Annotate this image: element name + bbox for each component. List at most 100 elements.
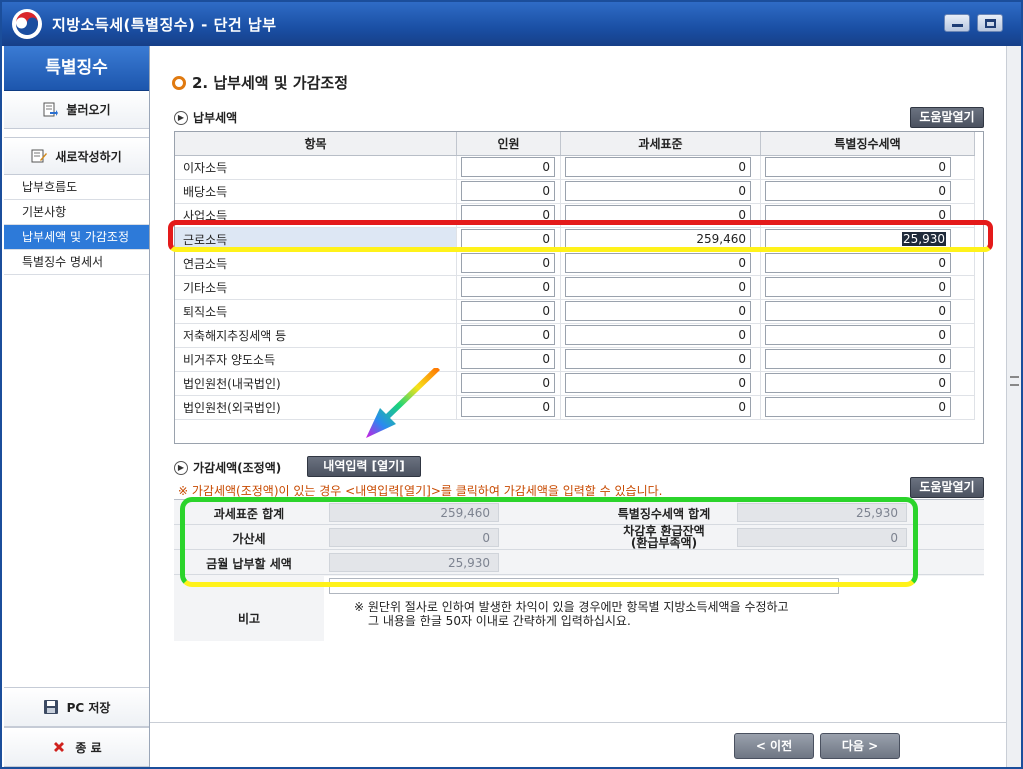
maximize-button[interactable]: [977, 14, 1003, 32]
sidebar-item-basic[interactable]: 기본사항: [4, 200, 149, 225]
base-input[interactable]: 0: [565, 301, 752, 321]
tax-cell: 0: [760, 371, 975, 396]
minimize-button[interactable]: [944, 14, 970, 32]
people-value: 0: [542, 256, 551, 270]
column-header-people: 인원: [456, 132, 562, 156]
tax-input[interactable]: 0: [765, 253, 951, 273]
row-label: 근로소득: [175, 227, 458, 252]
tax-cell: 0: [760, 155, 975, 180]
sidebar-item-flow[interactable]: 납부흐름도: [4, 175, 149, 200]
base-input[interactable]: 0: [565, 205, 752, 225]
people-input[interactable]: 0: [461, 301, 556, 321]
right-splitter[interactable]: [1006, 46, 1021, 767]
base-cell: 0: [560, 347, 761, 372]
summary-row: 금월 납부할 세액 25,930: [174, 550, 984, 575]
people-cell: 0: [456, 371, 562, 396]
adjust-section-title-text: 가감세액(조정액): [193, 461, 282, 475]
base-value: 0: [738, 400, 747, 414]
sidebar-item-statement[interactable]: 특별징수 명세서: [4, 250, 149, 275]
base-value: 259,460: [696, 232, 747, 246]
tax-value: 0: [938, 304, 946, 318]
new-document-button[interactable]: 새로작성하기: [4, 137, 149, 175]
base-value: 0: [738, 280, 747, 294]
tax-section-title: ▶ 납부세액: [174, 109, 237, 126]
maximize-icon: [985, 19, 996, 28]
tax-input[interactable]: 0: [765, 349, 951, 369]
tax-input[interactable]: 0: [765, 157, 951, 177]
step-title-text: 2. 납부세액 및 가감조정: [192, 74, 349, 92]
row-label: 저축해지추징세액 등: [175, 323, 458, 348]
people-cell: 0: [456, 155, 562, 180]
base-total-value: 259,460: [329, 503, 499, 522]
people-input[interactable]: 0: [461, 253, 556, 273]
pay-amount-value: 25,930: [329, 553, 499, 572]
tax-cell: 0: [760, 179, 975, 204]
tax-input[interactable]: 0: [765, 205, 951, 225]
people-input[interactable]: 0: [461, 229, 556, 249]
base-input[interactable]: 0: [565, 253, 752, 273]
tax-input[interactable]: 0: [765, 301, 951, 321]
adjust-help-button[interactable]: 도움말열기: [910, 477, 984, 498]
people-cell: 0: [456, 347, 562, 372]
footer: < 이전 다음 >: [150, 722, 1006, 767]
base-input[interactable]: 259,460: [565, 229, 752, 249]
people-cell: 0: [456, 275, 562, 300]
tax-value: 0: [938, 376, 946, 390]
window-title: 지방소득세(특별징수) - 단건 납부: [52, 16, 277, 34]
base-input[interactable]: 0: [565, 349, 752, 369]
people-input[interactable]: 0: [461, 205, 556, 225]
base-input[interactable]: 0: [565, 373, 752, 393]
tax-help-button[interactable]: 도움말열기: [910, 107, 984, 128]
people-input[interactable]: 0: [461, 157, 556, 177]
base-input[interactable]: 0: [565, 157, 752, 177]
tax-input[interactable]: 25,930: [765, 229, 951, 249]
pc-save-button[interactable]: PC 저장: [4, 687, 149, 727]
tax-value: 0: [938, 400, 946, 414]
people-input[interactable]: 0: [461, 325, 556, 345]
people-input[interactable]: 0: [461, 373, 556, 393]
tax-cell: 0: [760, 275, 975, 300]
table-row: 이자소득 0 0 0: [175, 155, 975, 180]
base-input[interactable]: 0: [565, 181, 752, 201]
remarks-note-line: ※ 원단위 절사로 인하여 발생한 차익이 있을 경우에만 항목별 지방소득세액…: [354, 600, 789, 614]
table-row: 배당소득 0 0 0: [175, 179, 975, 204]
row-label: 기타소득: [175, 275, 458, 300]
detail-input-button[interactable]: 내역입력 [열기]: [307, 456, 421, 477]
column-header-base: 과세표준: [560, 132, 761, 156]
refund-value: 0: [737, 528, 907, 547]
people-input[interactable]: 0: [461, 397, 556, 417]
minimize-icon: [952, 24, 963, 27]
adjust-section-title: ▶ 가감세액(조정액): [174, 459, 281, 476]
summary-row: 과세표준 합계 259,460 특별징수세액 합계 25,930: [174, 500, 984, 525]
tax-input[interactable]: 0: [765, 181, 951, 201]
tax-cell: 0: [760, 395, 975, 420]
base-value: 0: [738, 208, 747, 222]
prev-button[interactable]: < 이전: [734, 733, 814, 759]
base-input[interactable]: 0: [565, 397, 752, 417]
sidebar-header: 특별징수: [4, 46, 149, 91]
table-row: 기타소득 0 0 0: [175, 275, 975, 300]
people-input[interactable]: 0: [461, 181, 556, 201]
base-input[interactable]: 0: [565, 277, 752, 297]
next-button[interactable]: 다음 >: [820, 733, 900, 759]
base-total-label: 과세표준 합계: [213, 507, 285, 521]
base-input[interactable]: 0: [565, 325, 752, 345]
sidebar-bottom: PC 저장 종 료: [4, 687, 149, 767]
people-input[interactable]: 0: [461, 349, 556, 369]
remarks-input[interactable]: [329, 578, 839, 594]
load-button[interactable]: 불러오기: [4, 91, 149, 129]
tax-input[interactable]: 0: [765, 277, 951, 297]
tax-input[interactable]: 0: [765, 325, 951, 345]
table-row: 저축해지추징세액 등 0 0 0: [175, 323, 975, 348]
base-value: 0: [738, 256, 747, 270]
people-cell: 0: [456, 203, 562, 228]
tax-input[interactable]: 0: [765, 397, 951, 417]
step-bullet-icon: [172, 75, 186, 90]
tax-input[interactable]: 0: [765, 373, 951, 393]
people-value: 0: [542, 352, 551, 366]
sidebar-item-tax-adjust[interactable]: 납부세액 및 가감조정: [4, 225, 149, 250]
tax-value: 25,930: [902, 232, 946, 246]
tax-total-label: 특별징수세액 합계: [617, 507, 711, 521]
people-input[interactable]: 0: [461, 277, 556, 297]
exit-button[interactable]: 종 료: [4, 727, 149, 767]
